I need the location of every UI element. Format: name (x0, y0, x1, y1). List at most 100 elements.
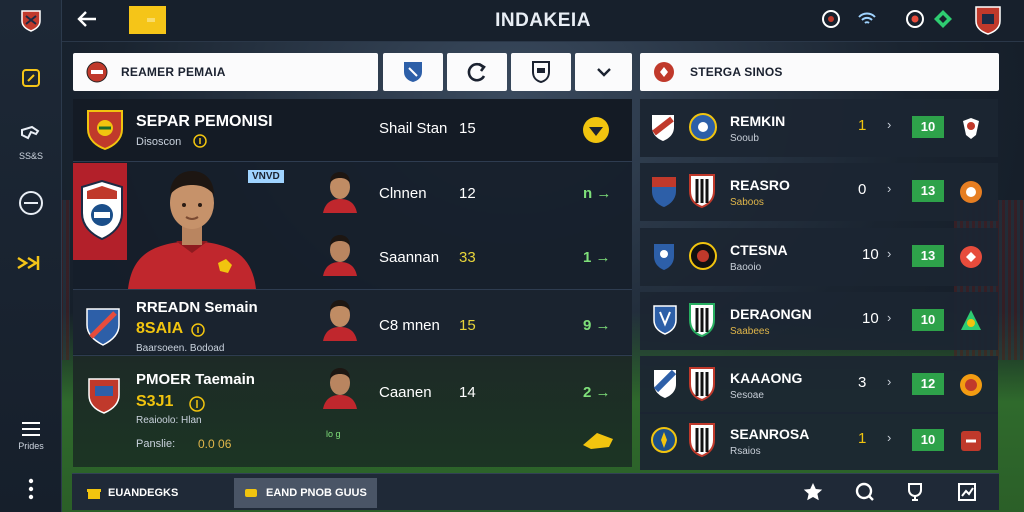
chevron-right-icon: › (887, 246, 892, 261)
club-crest-icon (651, 427, 677, 453)
league-club-name: DERAONGN (730, 306, 812, 322)
favorite-button[interactable] (802, 481, 824, 508)
alert-button[interactable] (904, 8, 926, 35)
rail-item-tactics[interactable]: SS&S (0, 124, 62, 161)
filter-dropdown-button[interactable] (575, 53, 632, 91)
shield-icon (404, 62, 422, 82)
player-avatar (323, 368, 357, 409)
profile-crest-button[interactable] (974, 5, 1002, 40)
ticket-icon (245, 489, 257, 497)
league-points-pill: 10 (912, 429, 944, 451)
player-name: RREADN Semain (136, 299, 258, 316)
league-selector[interactable]: STERGA SINOS (640, 53, 999, 91)
club-crest-icon (960, 246, 982, 268)
league-rank: 1 (858, 430, 867, 447)
search-icon (855, 482, 874, 501)
team-selector-label: REAMER PEMAIA (121, 65, 226, 79)
club-crest-icon (654, 244, 674, 270)
league-row[interactable]: CTESNA Baooio 10 › 13 (640, 228, 998, 286)
club-crest-icon (21, 10, 41, 32)
rotate-icon (467, 62, 486, 82)
search-button[interactable] (854, 481, 876, 508)
filter-crest-button[interactable] (383, 53, 443, 91)
club-crest-icon (652, 115, 674, 141)
rail-club-crest[interactable] (0, 8, 62, 32)
club-crest-icon (653, 369, 677, 398)
refresh-button[interactable] (820, 8, 842, 35)
stat-row-value: 15 (459, 317, 476, 334)
more-vertical-icon (28, 478, 34, 500)
stat-row-trend: n → (583, 185, 612, 202)
league-club-sub: Sooub (730, 133, 759, 144)
player-avatar (323, 235, 357, 276)
club-crest-icon (689, 113, 717, 141)
player-code: 8SAIA (136, 320, 184, 337)
left-nav-rail: SS&S Prides (0, 0, 62, 512)
club-crest-icon (960, 374, 982, 396)
league-points-pill: 10 (912, 116, 944, 138)
signal-button[interactable] (856, 8, 878, 35)
chevron-down-icon (596, 68, 611, 77)
shield-outline-icon (532, 61, 550, 84)
trophy-button[interactable] (904, 481, 926, 508)
edit-square-icon (22, 69, 40, 87)
rail-item-edit[interactable] (0, 66, 62, 90)
league-points-pill: 13 (912, 245, 944, 267)
lead-player-name: SEPAR PEMONISI (136, 113, 273, 130)
club-crest-icon (961, 310, 981, 330)
ball-icon (19, 191, 43, 215)
coin-icon (189, 396, 205, 412)
club-crest-icon (652, 177, 676, 207)
player-extra-value: 0.0 06 (198, 437, 232, 451)
rail-item-label: Prides (18, 441, 44, 451)
tab-selected[interactable]: EAND PNOB GUUS (234, 478, 377, 508)
swap-arrows-icon (17, 256, 40, 270)
stats-button[interactable] (956, 481, 978, 508)
rail-item-matches[interactable] (0, 190, 62, 216)
league-row[interactable]: SEANROSA Rsaios 1 › 10 (640, 412, 998, 470)
page-title: INDAKEIA (495, 10, 591, 31)
tab-label: EAND PNOB GUUS (266, 487, 367, 499)
rail-more-button[interactable] (0, 478, 62, 500)
league-rank: 10 (862, 246, 879, 263)
chevron-right-icon: › (887, 181, 892, 196)
club-crest-icon (689, 367, 715, 402)
rail-item-transfers[interactable] (0, 252, 62, 274)
gift-icon (87, 489, 101, 499)
signal-icon (858, 12, 876, 24)
mini-mark: lo g (326, 429, 341, 439)
player-extra-label: Panslie: (136, 438, 176, 450)
player-sub: Baarsoeen. Bodoad (136, 343, 225, 354)
stat-row-trend: 1 → (583, 249, 611, 266)
diamond-icon (934, 10, 952, 28)
stat-row-trend: 2 → (583, 384, 611, 401)
player-code: S3J1 (136, 393, 174, 410)
club-crest-icon (961, 431, 981, 451)
league-row[interactable]: DERAONGN Saabees 10 › 10 (640, 292, 998, 350)
featured-player-photo[interactable] (128, 163, 256, 289)
league-points-pill: 13 (912, 180, 944, 202)
tab-rewards[interactable]: EUANDEGKS (86, 478, 178, 508)
squad-lead-row[interactable]: SEPAR PEMONISI Disoscon Shail Stan 15 (73, 99, 632, 161)
league-row[interactable]: REMKIN Sooub 1 › 10 (640, 99, 998, 157)
league-club-name: CTESNA (730, 242, 788, 258)
filter-shield-button[interactable] (511, 53, 571, 91)
rail-item-prides[interactable]: Prides (0, 420, 62, 451)
lead-player-sub: Disoscon (136, 136, 182, 148)
team-selector[interactable]: REAMER PEMAIA (73, 53, 378, 91)
menu-list-icon (22, 422, 40, 436)
league-club-name: REMKIN (730, 113, 786, 129)
player-avatar (323, 300, 357, 341)
coin-icon (191, 323, 205, 337)
lead-stat-value: 15 (459, 120, 476, 137)
league-row[interactable]: KAAAONG Sesoae 3 › 12 (640, 356, 998, 414)
club-crest-icon (960, 181, 982, 203)
chart-icon (958, 483, 976, 501)
chevron-right-icon: › (887, 374, 892, 389)
diamond-button[interactable] (932, 8, 954, 35)
filter-rotate-button[interactable] (447, 53, 507, 91)
stat-row-value: 14 (459, 384, 476, 401)
refresh-icon (822, 10, 840, 28)
club-crest-icon (81, 179, 123, 241)
league-row[interactable]: REASRO Saboos 0 › 13 (640, 163, 998, 221)
